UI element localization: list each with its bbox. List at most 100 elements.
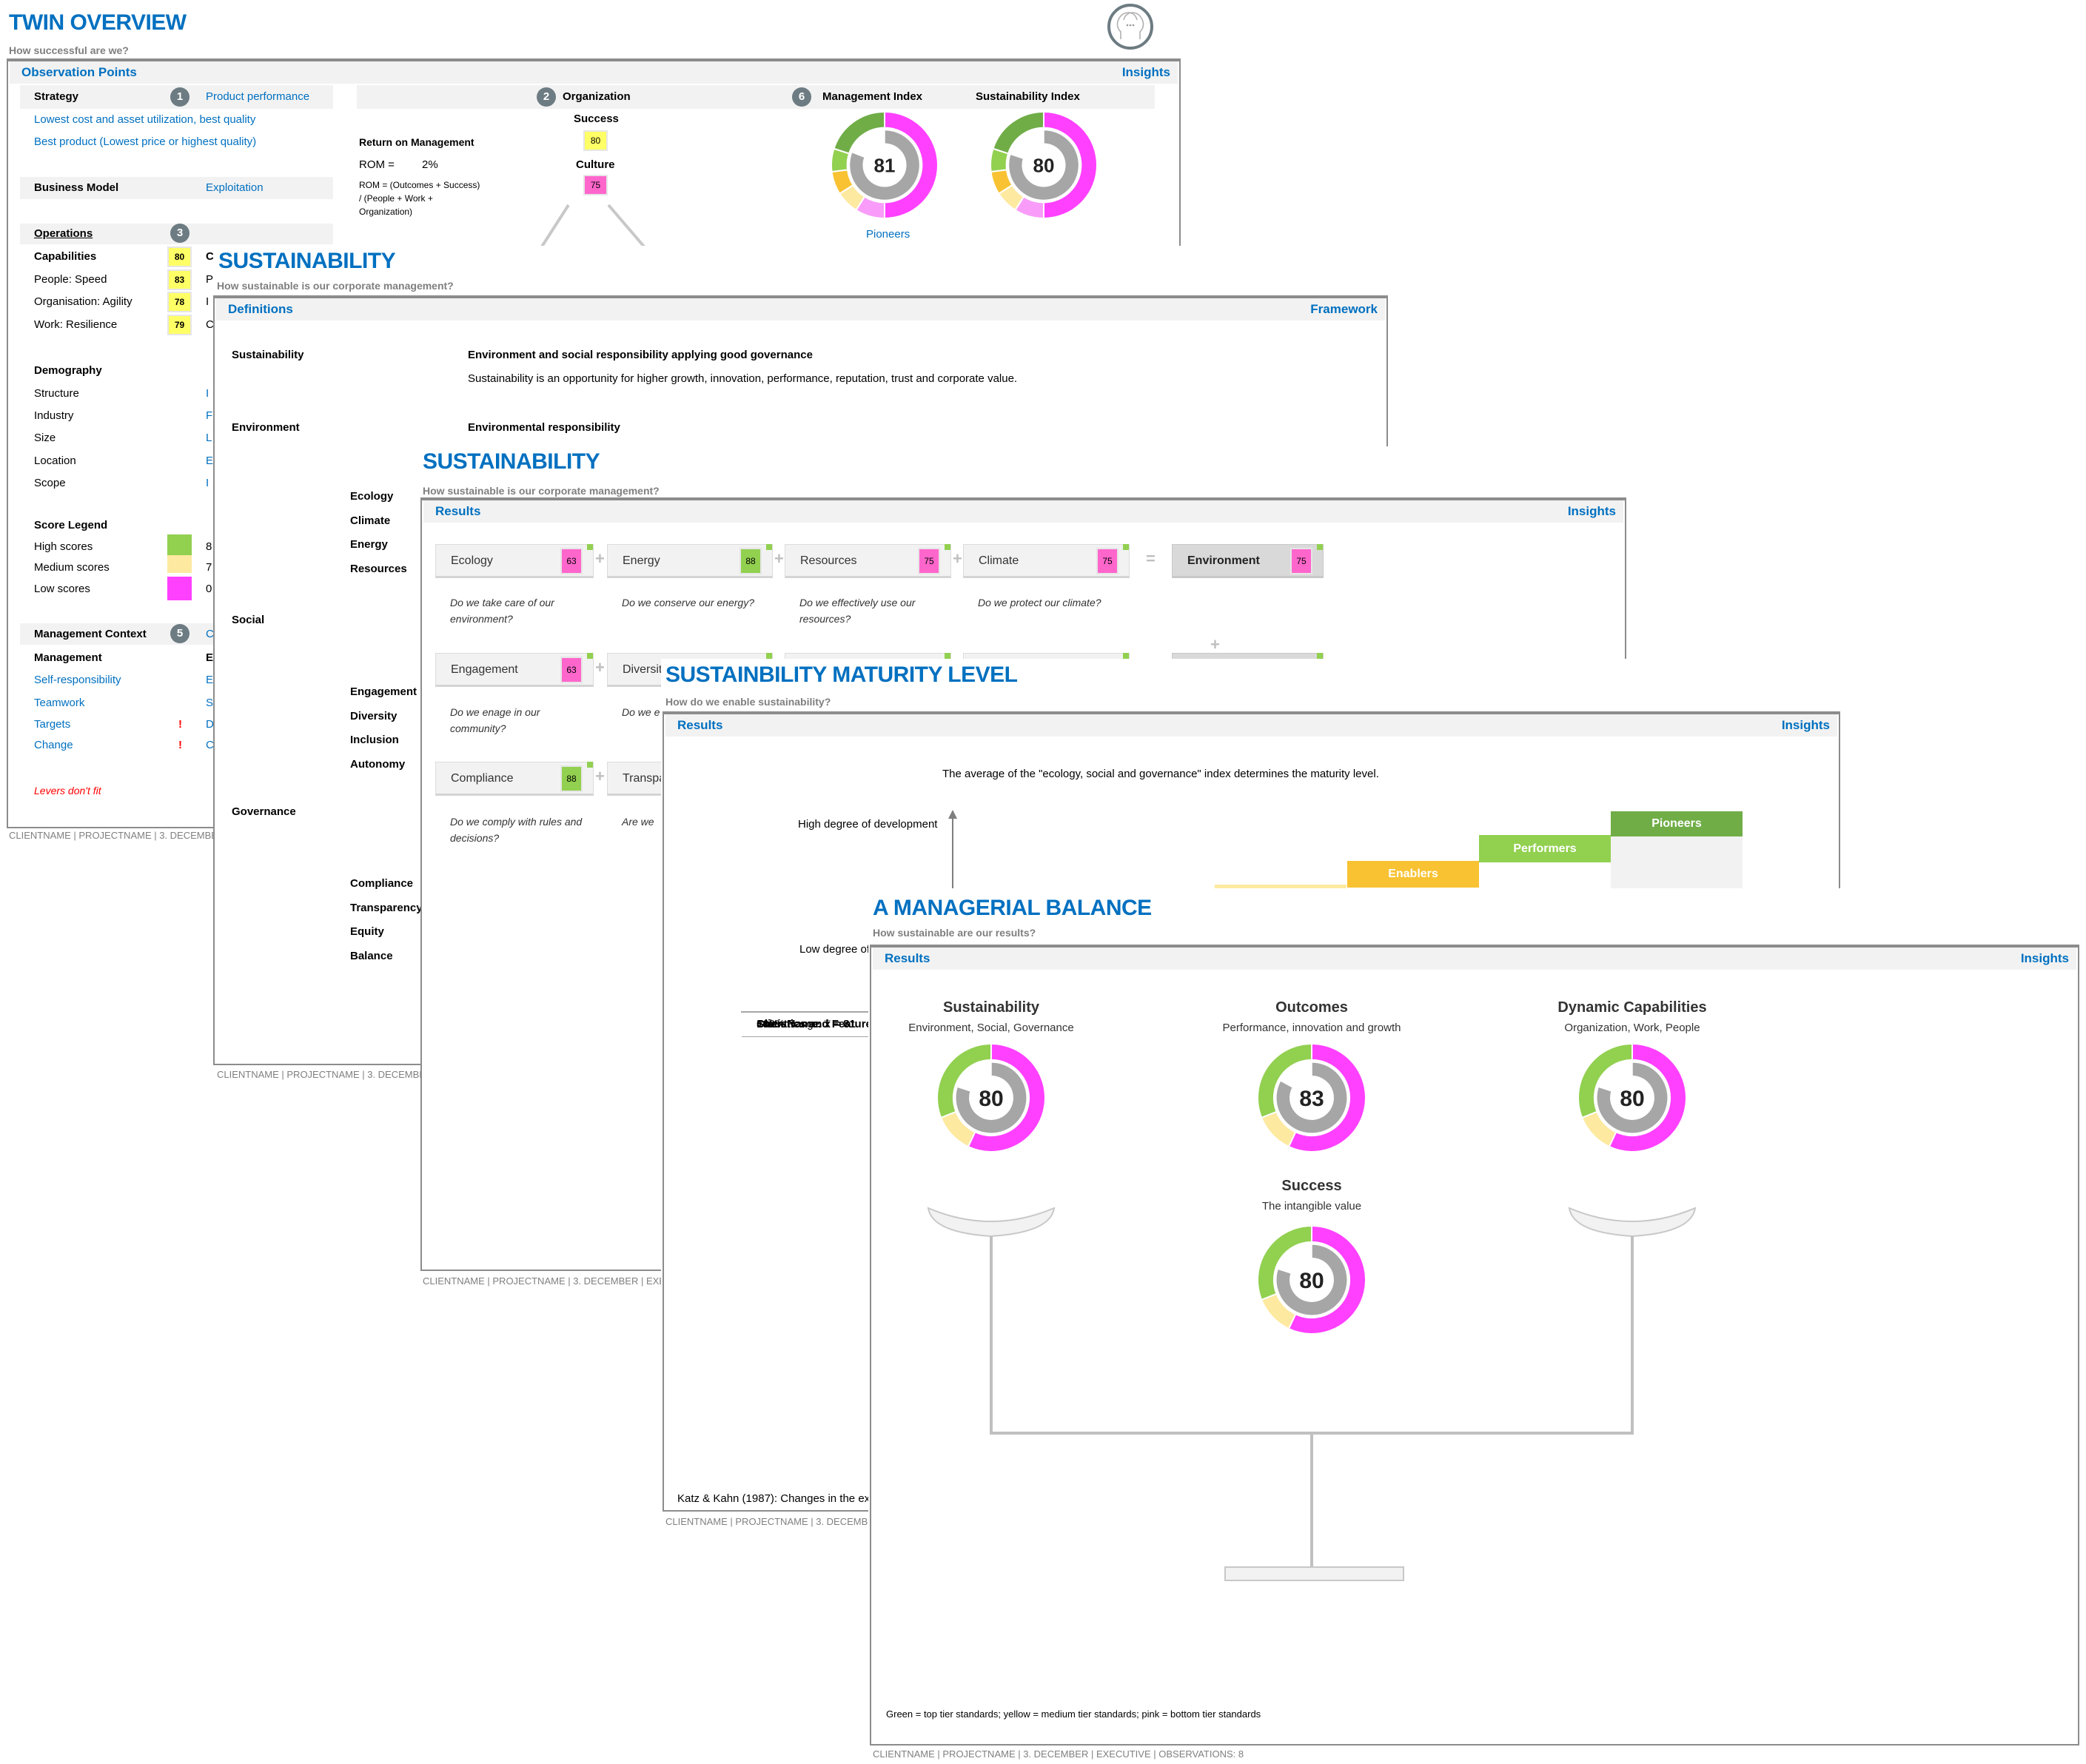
framework-item: Transparency [350, 901, 423, 914]
success-score: 80 [583, 130, 608, 151]
legend-row-label: Low scores [34, 583, 90, 595]
connector-line [540, 204, 570, 248]
operations-score: 79 [167, 314, 192, 335]
panel-header: Definitions Framework [216, 298, 1385, 321]
plus-icon: + [595, 658, 605, 677]
truncated-text: 0 [206, 583, 212, 595]
business-model-value-link[interactable]: Exploitation [206, 181, 264, 194]
legend-row-label: High scores [34, 540, 93, 553]
slide-managerial-balance: A MANAGERIAL BALANCE How sustainable are… [868, 888, 2086, 1764]
framework-link[interactable]: Framework [1310, 302, 1378, 317]
footer: CLIENTNAME | PROJECTNAME | 3. DECEMBER | [9, 830, 230, 841]
scale-pan [927, 1207, 1056, 1238]
demography-row-label: Size [34, 432, 56, 445]
card-label: Energy [623, 554, 660, 567]
equals-icon: = [1146, 549, 1156, 568]
card-label: Engagement [451, 663, 518, 676]
status-marker [766, 544, 772, 550]
donut-value: 83 [1299, 1087, 1324, 1111]
gauge-subtitle: Environment, Social, Governance [908, 1022, 1074, 1034]
definition-heading: Environmental responsibility [468, 421, 620, 434]
plus-icon: + [1210, 635, 1220, 654]
levers-note: Levers don't fit [34, 785, 101, 797]
truncated-link[interactable]: I [206, 477, 209, 489]
gauge-title: Dynamic Capabilities [1557, 999, 1707, 1016]
operations-score: 83 [167, 269, 192, 290]
truncated-text: 7 [206, 561, 212, 574]
legend-swatch [167, 555, 192, 573]
badge-3: 3 [170, 224, 190, 243]
score-card[interactable]: Engagement 63 [435, 653, 594, 687]
status-marker [587, 544, 593, 550]
panel-header: Observation Points Insights [10, 61, 1178, 84]
score-card[interactable]: Climate 75 [963, 544, 1130, 578]
donut-value: 80 [1620, 1087, 1644, 1111]
page-subtitle: How sustainable is our corporate managem… [217, 280, 454, 292]
demography-label: Demography [34, 364, 102, 377]
operations-row-label: People: Speed [34, 272, 107, 286]
truncated-link[interactable]: I [206, 387, 209, 400]
legend-swatch [167, 577, 192, 600]
strategy-option-link[interactable]: Best product (Lowest price or highest qu… [34, 135, 256, 148]
insights-link[interactable]: Insights [1782, 718, 1830, 733]
status-marker [945, 653, 950, 659]
score-card[interactable]: Resources 75 [785, 544, 951, 578]
page-title: TWIN OVERVIEW [9, 10, 187, 35]
panel-header: Results Insights [423, 500, 1623, 523]
management-index-label: Management Index [822, 90, 923, 103]
status-marker [1123, 544, 1129, 550]
truncated-link[interactable]: E [206, 455, 213, 467]
management-context-item[interactable]: Self-responsibility [34, 674, 121, 686]
gauge-subtitle: Organization, Work, People [1564, 1022, 1700, 1034]
framework-item: Diversity [350, 709, 398, 722]
plus-icon: + [595, 549, 605, 568]
score-card[interactable]: Energy 88 [607, 544, 773, 578]
page-subtitle: How successful are we? [9, 44, 129, 56]
card-score: 63 [560, 657, 583, 683]
alert-icon: ! [178, 739, 182, 751]
card-score: 75 [1096, 548, 1119, 574]
operations-score: 78 [167, 292, 192, 312]
framework-item: Ecology [350, 490, 394, 503]
score-card[interactable]: Environment 75 [1172, 544, 1324, 578]
score-card[interactable]: Ecology 63 [435, 544, 594, 578]
maturity-step-performers: Performers [1479, 835, 1611, 862]
footer: CLIENTNAME | PROJECTNAME | 3. DECEMBER | [217, 1069, 438, 1080]
culture-score: 75 [583, 175, 608, 195]
score-card[interactable]: Compliance 88 [435, 762, 594, 796]
strategy-value-link[interactable]: Product performance [206, 90, 309, 103]
section-title: Results [435, 504, 481, 518]
panel-header: Results Insights [873, 948, 2076, 970]
page-subtitle: How sustainable is our corporate managem… [423, 485, 660, 497]
gauge-donut-outcomes: 83 [1257, 1042, 1366, 1153]
scale-pan [1568, 1207, 1697, 1238]
truncated-link[interactable]: F [206, 409, 212, 422]
page-title: A MANAGERIAL BALANCE [873, 896, 1152, 920]
framework-item: Engagement [350, 685, 417, 698]
card-label: Resources [800, 554, 857, 567]
card-label: Compliance [451, 772, 514, 785]
donut-value: 80 [1033, 154, 1055, 176]
definition-text: Sustainability is an opportunity for hig… [468, 372, 1018, 385]
gauge-title: Sustainability [942, 999, 1040, 1016]
truncated-link[interactable]: L [206, 432, 212, 444]
strategy-option-link[interactable]: Lowest cost and asset utilization, best … [34, 113, 255, 126]
framework-item: Equity [350, 925, 384, 938]
table-row-client-mean: ClientName: x̅ = 81 [742, 1012, 856, 1037]
connector-line [607, 204, 645, 248]
framework-item: Autonomy [350, 757, 406, 771]
management-context-item[interactable]: Teamwork [34, 697, 84, 709]
score-legend-label: Score Legend [34, 519, 108, 531]
management-context-item[interactable]: Targets [34, 718, 70, 731]
card-score: 75 [1290, 548, 1312, 574]
insights-link[interactable]: Insights [1122, 65, 1170, 80]
status-marker [587, 653, 593, 659]
donut-segment [833, 110, 885, 155]
insights-link[interactable]: Insights [1568, 504, 1616, 519]
management-context-item[interactable]: Change [34, 739, 73, 751]
card-question: Do we effectively use our resources? [799, 597, 916, 625]
maturity-level-link[interactable]: Pioneers [866, 228, 910, 241]
plus-icon: + [953, 549, 962, 568]
footer: CLIENTNAME | PROJECTNAME | 3. DECEMBER |… [423, 1275, 701, 1287]
insights-link[interactable]: Insights [2021, 951, 2069, 966]
